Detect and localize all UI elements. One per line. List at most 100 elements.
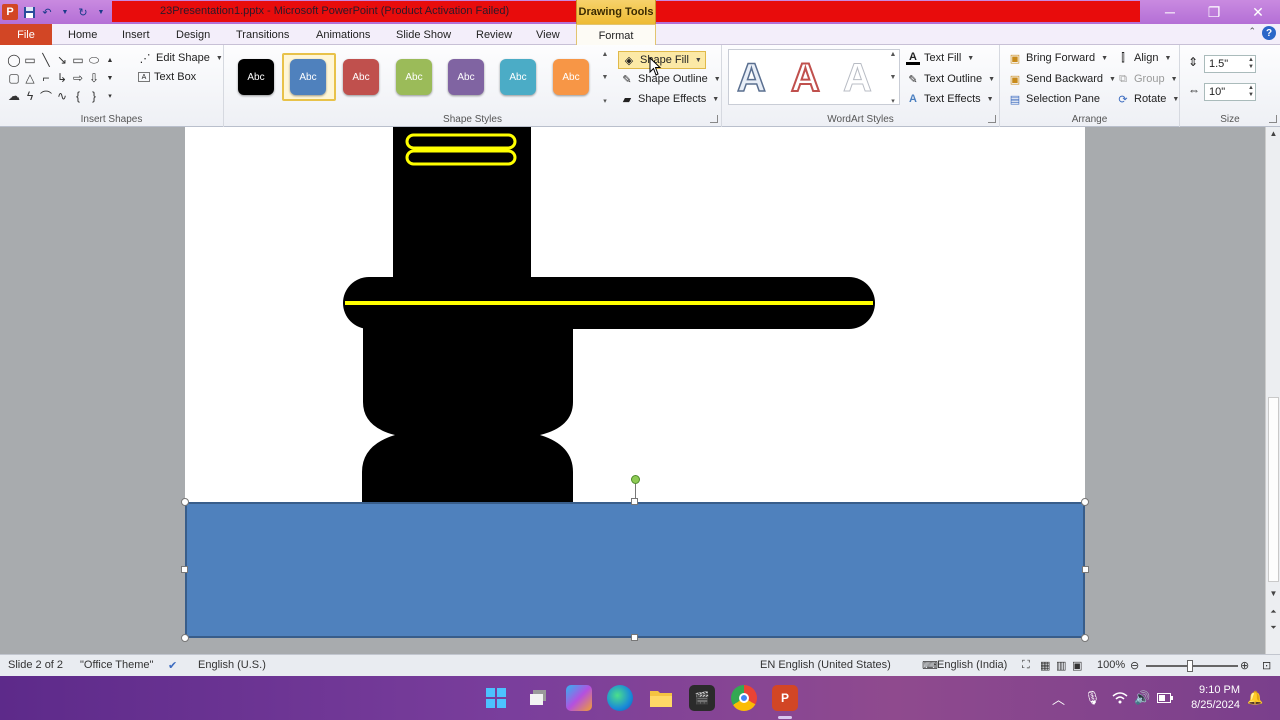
elbow-arrow-shape-icon[interactable]: ↳	[54, 69, 70, 87]
slide-canvas[interactable]	[185, 127, 1085, 502]
down-arrow-shape-icon[interactable]: ⇩	[86, 69, 102, 87]
picture-shape-icon[interactable]: ▭	[22, 51, 38, 69]
restore-button[interactable]: ❐	[1192, 0, 1236, 24]
send-backward-button[interactable]: ▣ Send Backward ▼	[1008, 72, 1116, 86]
zoom-in-icon[interactable]: ⊕	[1240, 659, 1249, 672]
shapes-gallery[interactable]: ◯ ▭ ╲ ↘ ▭ ⬭ ▲ ▢ △ ⌐ ↳ ⇨ ⇩ ▼ ☁ ϟ ⌒ ∿ { } …	[6, 51, 118, 105]
tab-animations[interactable]: Animations	[316, 24, 370, 45]
resize-handle-bottom-center[interactable]	[631, 634, 638, 641]
rotate-button[interactable]: ⟳ Rotate ▼	[1116, 92, 1179, 106]
selected-blue-rectangle[interactable]	[185, 502, 1085, 638]
minimize-ribbon-icon[interactable]: ⌃	[1248, 26, 1256, 40]
edge-browser-icon[interactable]	[607, 685, 633, 711]
brace-shape-icon[interactable]: {	[70, 87, 86, 105]
resize-handle-middle-right[interactable]	[1082, 566, 1089, 573]
base-body-shape[interactable]	[362, 327, 573, 502]
normal-view-icon[interactable]: ▦	[1040, 659, 1050, 672]
vertical-scrollbar[interactable]: ▲ ▼ ⏶ ⏷	[1265, 127, 1280, 654]
powerpoint-taskbar-icon[interactable]: P	[772, 685, 798, 711]
previous-slide-icon[interactable]: ⏶	[1266, 607, 1280, 617]
group-button[interactable]: ⧉ Group ▼	[1116, 72, 1177, 86]
gallery-down-icon[interactable]: ▼	[102, 69, 118, 87]
style-swatch-red[interactable]: Abc	[343, 59, 379, 95]
width-spinner-icon[interactable]: ▲ ▼	[1248, 85, 1254, 99]
fit-slide-icon[interactable]: ⊡	[1262, 659, 1271, 672]
file-explorer-icon[interactable]	[648, 685, 674, 711]
tab-transitions[interactable]: Transitions	[236, 24, 289, 45]
tab-insert[interactable]: Insert	[122, 24, 150, 45]
tab-review[interactable]: Review	[476, 24, 512, 45]
bring-forward-button[interactable]: ▣ Bring Forward ▼	[1008, 51, 1108, 65]
save-icon[interactable]	[22, 5, 36, 19]
arrow-line-shape-icon[interactable]: ↘	[54, 51, 70, 69]
lightning-shape-icon[interactable]: ϟ	[22, 87, 38, 105]
align-button[interactable]: ⫿ Align ▼	[1116, 51, 1171, 65]
shape-outline-button[interactable]: ✎ Shape Outline ▼	[620, 72, 720, 86]
elbow-connector-shape-icon[interactable]: ⌐	[38, 69, 54, 87]
resize-handle-top-right[interactable]	[1081, 498, 1089, 506]
system-clock[interactable]: 9:10 PM 8/25/2024	[1191, 683, 1240, 713]
triangle-shape-icon[interactable]: △	[22, 69, 38, 87]
right-arrow-shape-icon[interactable]: ⇨	[70, 69, 86, 87]
proofing-language[interactable]: English (U.S.)	[198, 659, 266, 671]
gallery-more-icon[interactable]: ▾	[603, 97, 607, 105]
style-swatch-aqua[interactable]: Abc	[500, 59, 536, 95]
style-swatch-purple[interactable]: Abc	[448, 59, 484, 95]
height-spinner-icon[interactable]: ▲ ▼	[1248, 57, 1254, 71]
rectangle-shape-icon[interactable]: ▭	[70, 51, 86, 69]
resize-handle-bottom-right[interactable]	[1081, 634, 1089, 642]
fit-icon[interactable]: ⛶	[1022, 659, 1030, 672]
zoom-out-icon[interactable]: ⊖	[1130, 659, 1139, 672]
gallery-up-icon[interactable]: ▲	[890, 51, 897, 58]
style-gallery-scroll[interactable]: ▲ ▼ ▾	[600, 51, 610, 105]
scroll-down-icon[interactable]: ▼	[1266, 589, 1280, 598]
theme-name[interactable]: "Office Theme"	[80, 659, 153, 671]
wordart-gallery-scroll[interactable]: ▲ ▼ ▾	[888, 51, 898, 105]
ellipse-shape-icon[interactable]: ⬭	[86, 51, 102, 69]
tab-design[interactable]: Design	[176, 24, 210, 45]
minimize-button[interactable]: ─	[1148, 0, 1192, 24]
microphone-icon[interactable]: 🎙	[1084, 676, 1101, 720]
text-effects-button[interactable]: A Text Effects ▼	[906, 92, 994, 106]
notification-bell-icon[interactable]: 🔔	[1247, 676, 1263, 720]
next-slide-icon[interactable]: ⏷	[1266, 623, 1280, 633]
tray-overflow-icon[interactable]: ︿	[1052, 676, 1065, 720]
scrollbar-thumb[interactable]	[1268, 397, 1279, 582]
tab-view[interactable]: View	[536, 24, 560, 45]
style-swatch-orange[interactable]: Abc	[553, 59, 589, 95]
keyboard-layout[interactable]: English (India)	[937, 659, 1007, 671]
right-brace-shape-icon[interactable]: }	[86, 87, 102, 105]
resize-handle-bottom-left[interactable]	[181, 634, 189, 642]
wordart-style-red[interactable]: A	[790, 55, 821, 101]
gallery-down-icon[interactable]: ▼	[602, 74, 609, 81]
wordart-style-outline[interactable]: A	[736, 55, 766, 101]
line-shape-icon[interactable]: ╲	[38, 51, 54, 69]
gallery-up-icon[interactable]: ▲	[102, 51, 118, 69]
task-view-icon[interactable]	[525, 685, 551, 711]
tab-format[interactable]: Format	[576, 24, 656, 46]
chrome-browser-icon[interactable]	[731, 685, 757, 711]
slide-sorter-icon[interactable]: ▥	[1056, 659, 1066, 672]
spell-check-icon[interactable]: ✔	[168, 659, 177, 672]
zoom-level[interactable]: 100%	[1097, 659, 1125, 671]
reading-view-icon[interactable]: ▣	[1072, 659, 1082, 672]
resize-handle-top-center[interactable]	[631, 498, 638, 505]
battery-icon[interactable]	[1157, 676, 1173, 720]
shape-height-input[interactable]: 1.5" ▲ ▼	[1204, 55, 1256, 73]
powerpoint-logo-icon[interactable]: P	[2, 4, 18, 20]
text-outline-button[interactable]: ✎ Text Outline ▼	[906, 72, 995, 86]
scroll-up-icon[interactable]: ▲	[1266, 129, 1280, 138]
freeform-shape-icon[interactable]: ☁	[6, 87, 22, 105]
help-icon[interactable]: ?	[1262, 26, 1276, 40]
tab-home[interactable]: Home	[68, 24, 97, 45]
clipchamp-icon[interactable]: 🎬	[689, 685, 715, 711]
tab-file[interactable]: File	[0, 24, 52, 45]
redo-icon[interactable]: ↻	[76, 5, 90, 19]
customize-qat-icon[interactable]: ▼	[94, 5, 108, 19]
resize-handle-middle-left[interactable]	[181, 566, 188, 573]
style-swatch-blue[interactable]: Abc	[290, 59, 326, 95]
rotation-handle[interactable]	[631, 475, 640, 484]
gallery-more-icon[interactable]: ▾	[891, 97, 895, 105]
arc-shape-icon[interactable]: ⌒	[38, 87, 54, 105]
wifi-icon[interactable]	[1112, 676, 1128, 720]
